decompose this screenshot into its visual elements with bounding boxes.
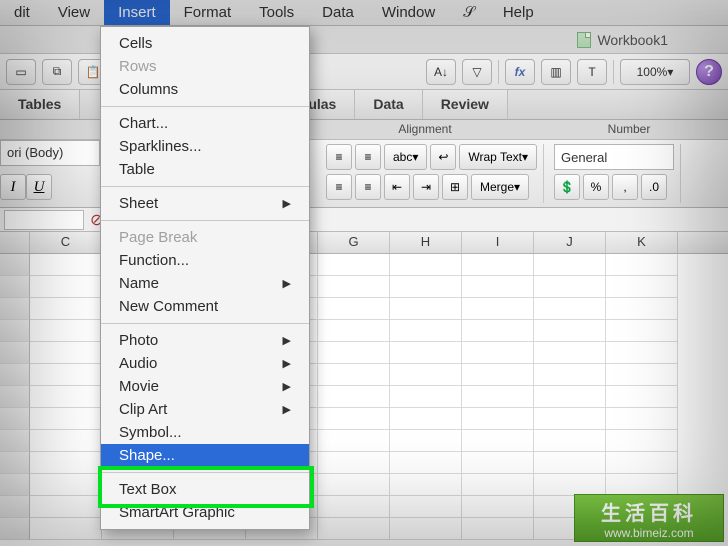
col-header[interactable]: H: [390, 232, 462, 253]
menu-tools[interactable]: Tools: [245, 0, 308, 25]
menu-item-smartart[interactable]: SmartArt Graphic: [101, 501, 309, 524]
sort-icon: A↓: [434, 65, 448, 79]
abc-label: abc: [393, 150, 412, 164]
menu-script-icon[interactable]: 𝒮: [449, 0, 489, 25]
merge-icon: ⊞: [442, 174, 468, 200]
merge-label: Merge: [480, 180, 514, 194]
page-icon: ▭: [15, 65, 26, 79]
submenu-arrow-icon: ▶: [283, 403, 291, 416]
watermark-url: www.bimeiz.com: [575, 526, 723, 540]
menu-item-function[interactable]: Function...: [101, 249, 309, 272]
col-header[interactable]: I: [462, 232, 534, 253]
submenu-arrow-icon: ▶: [283, 357, 291, 370]
merge-button[interactable]: Merge ▾: [471, 174, 529, 200]
textbox-icon: T: [588, 65, 595, 79]
system-menubar: dit View Insert Format Tools Data Window…: [0, 0, 728, 26]
number-format-label: General: [561, 150, 607, 165]
menu-window[interactable]: Window: [368, 0, 449, 25]
menu-item-sparklines[interactable]: Sparklines...: [101, 135, 309, 158]
align-middle-button[interactable]: ≡: [355, 174, 381, 200]
col-header[interactable]: G: [318, 232, 390, 253]
menu-item-clipart[interactable]: Clip Art▶: [101, 398, 309, 421]
menu-format[interactable]: Format: [170, 0, 246, 25]
menu-item-pagebreak: Page Break: [101, 226, 309, 249]
chart-button[interactable]: ▥: [541, 59, 571, 85]
copy-button[interactable]: ⧉: [42, 59, 72, 85]
number-group: General 💲 % , .0: [548, 144, 681, 203]
help-button[interactable]: ?: [696, 59, 722, 85]
decrease-decimal-button[interactable]: .0: [641, 174, 667, 200]
group-label-number: Number: [530, 120, 728, 139]
comma-button[interactable]: ,: [612, 174, 638, 200]
menu-item-cells[interactable]: Cells: [101, 32, 309, 55]
wrap-text-button[interactable]: Wrap Text ▾: [459, 144, 537, 170]
clipboard-icon: 📋: [86, 65, 101, 79]
font-group-fragment: ori (Body) I U: [0, 140, 100, 200]
menu-item-textbox[interactable]: Text Box: [101, 478, 309, 501]
copy-icon: ⧉: [53, 64, 62, 79]
indent-less-button[interactable]: ⇤: [384, 174, 410, 200]
menu-item-symbol[interactable]: Symbol...: [101, 421, 309, 444]
funnel-icon: ▽: [472, 65, 481, 79]
percent-button[interactable]: %: [583, 174, 609, 200]
col-header[interactable]: C: [30, 232, 102, 253]
toolbar-separator: [613, 60, 614, 84]
toolbar-separator: [498, 60, 499, 84]
zoom-selector[interactable]: 100% ▾: [620, 59, 690, 85]
fx-toolbar-button[interactable]: fx: [505, 59, 535, 85]
menu-item-rows: Rows: [101, 55, 309, 78]
italic-button[interactable]: I: [0, 174, 26, 200]
menu-item-columns[interactable]: Columns: [101, 78, 309, 101]
orientation-button[interactable]: abc▾: [384, 144, 427, 170]
menu-help[interactable]: Help: [489, 0, 548, 25]
indent-more-button[interactable]: ⇥: [413, 174, 439, 200]
menu-item-new-comment[interactable]: New Comment: [101, 295, 309, 318]
name-box[interactable]: [4, 210, 84, 230]
workbook-title: Workbook1: [597, 32, 668, 48]
menu-edit[interactable]: dit: [0, 0, 44, 25]
wrap-icon: ↩: [430, 144, 456, 170]
underline-button[interactable]: U: [26, 174, 52, 200]
submenu-arrow-icon: ▶: [283, 277, 291, 290]
col-header[interactable]: K: [606, 232, 678, 253]
currency-button[interactable]: 💲: [554, 174, 580, 200]
submenu-arrow-icon: ▶: [283, 380, 291, 393]
zoom-value: 100%: [637, 65, 668, 79]
tab-review[interactable]: Review: [423, 90, 508, 119]
sort-button[interactable]: A↓: [426, 59, 456, 85]
submenu-arrow-icon: ▶: [283, 197, 291, 210]
insert-menu-dropdown: Cells Rows Columns Chart... Sparklines..…: [100, 26, 310, 530]
filter-button[interactable]: ▽: [462, 59, 492, 85]
watermark-title: 生活百科: [575, 497, 723, 526]
menu-item-chart[interactable]: Chart...: [101, 112, 309, 135]
new-button[interactable]: ▭: [6, 59, 36, 85]
chart-icon: ▥: [550, 65, 561, 79]
number-format-select[interactable]: General: [554, 144, 674, 170]
wrap-label: Wrap Text: [468, 150, 522, 164]
menu-item-movie[interactable]: Movie▶: [101, 375, 309, 398]
menu-data[interactable]: Data: [308, 0, 368, 25]
alignment-group: ≡ ≡ abc▾ ↩ Wrap Text ▾ ≡ ≡ ⇤ ⇥ ⊞ Merge ▾: [320, 144, 544, 203]
tab-tables[interactable]: Tables: [0, 90, 80, 119]
font-name-select[interactable]: ori (Body): [0, 140, 100, 166]
menu-item-table[interactable]: Table: [101, 158, 309, 181]
menu-item-audio[interactable]: Audio▶: [101, 352, 309, 375]
col-header[interactable]: J: [534, 232, 606, 253]
menu-view[interactable]: View: [44, 0, 104, 25]
watermark: 生活百科 www.bimeiz.com: [574, 494, 724, 542]
menu-item-name[interactable]: Name▶: [101, 272, 309, 295]
menu-item-shape[interactable]: Shape...: [101, 444, 309, 467]
menu-insert[interactable]: Insert: [104, 0, 170, 25]
align-left-button[interactable]: ≡: [326, 144, 352, 170]
tab-data[interactable]: Data: [355, 90, 422, 119]
corner-cell[interactable]: [0, 232, 30, 253]
group-label-alignment: Alignment: [320, 120, 530, 139]
submenu-arrow-icon: ▶: [283, 334, 291, 347]
textbox-button[interactable]: T: [577, 59, 607, 85]
menu-item-sheet[interactable]: Sheet▶: [101, 192, 309, 215]
menu-item-photo[interactable]: Photo▶: [101, 329, 309, 352]
align-center-button[interactable]: ≡: [355, 144, 381, 170]
workbook-icon: [577, 32, 591, 48]
align-top-button[interactable]: ≡: [326, 174, 352, 200]
